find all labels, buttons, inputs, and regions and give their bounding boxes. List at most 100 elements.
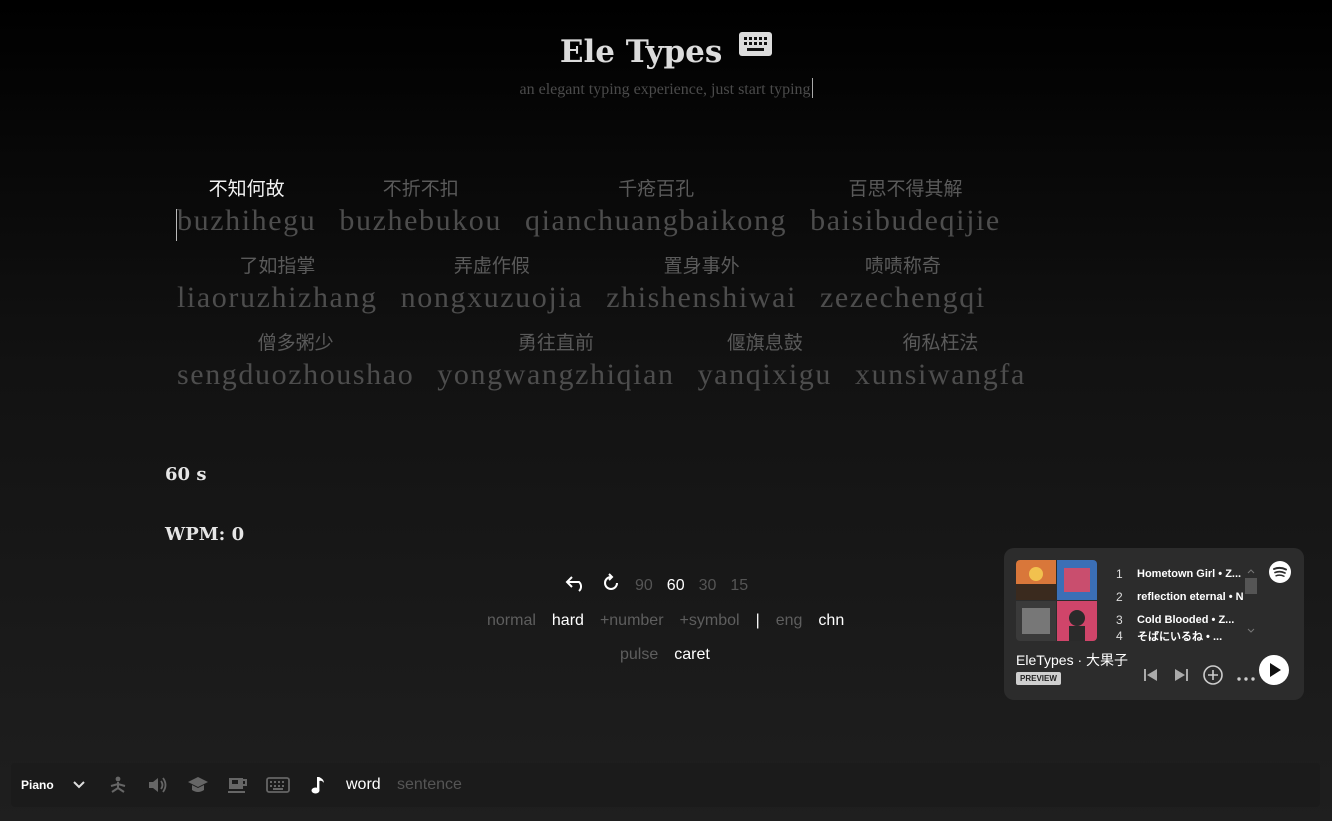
mode-word[interactable]: word — [346, 763, 381, 807]
word-item: 勇往直前 yongwangzhiqian — [437, 330, 674, 393]
track-row[interactable]: 2 reflection eternal • N — [1116, 585, 1246, 608]
track-title: そばにいるね • ... — [1137, 631, 1223, 641]
word-item: 僧多粥少 sengduozhoushao — [177, 330, 414, 393]
word-chinese: 不知何故 — [208, 179, 285, 200]
word-pinyin: qianchuangbaikong — [525, 204, 788, 237]
volume-icon[interactable] — [147, 763, 169, 807]
word-chinese: 千疮百孔 — [618, 179, 695, 200]
word-chinese: 置身事外 — [663, 256, 740, 277]
word-pinyin: buzhihegu — [177, 204, 317, 237]
previous-track-icon[interactable] — [1142, 667, 1160, 688]
word-pinyin: yanqixigu — [697, 358, 832, 391]
app-title-text: Ele Types — [559, 34, 723, 70]
word-line: 了如指掌 liaoruzhizhang 弄虚作假 nongxuzuojia 置身… — [177, 253, 1137, 316]
time-option-60[interactable]: 60 — [667, 577, 685, 595]
more-options-icon[interactable] — [1236, 669, 1256, 687]
difficulty-options: normal hard +number +symbol | eng chn — [487, 612, 844, 630]
track-scrollbar[interactable] — [1244, 568, 1258, 634]
keyboard-icon — [739, 28, 773, 64]
word-chinese: 不折不扣 — [382, 179, 459, 200]
word-line: 不知何故 buzhihegu 不折不扣 buzhebukou 千疮百孔 qian… — [176, 176, 1137, 241]
track-list: 1 Hometown Girl • Z... 2 reflection eter… — [1116, 562, 1246, 642]
time-option-30[interactable]: 30 — [699, 577, 717, 595]
word-chinese: 啧啧称奇 — [864, 256, 941, 277]
app-title: Ele Types — [0, 28, 1332, 70]
playlist-name: EleTypes — [1016, 652, 1074, 668]
word-item: 不知何故 buzhihegu — [176, 176, 317, 241]
word-pinyin: xunsiwangfa — [854, 358, 1026, 391]
word-item: 千疮百孔 qianchuangbaikong — [525, 176, 787, 239]
restart-icon[interactable] — [601, 573, 621, 598]
lang-chn[interactable]: chn — [818, 612, 844, 630]
undo-icon[interactable] — [565, 574, 587, 597]
word-chinese: 百思不得其解 — [848, 179, 963, 200]
caret-caret[interactable]: caret — [674, 646, 710, 664]
preview-badge: PREVIEW — [1016, 672, 1061, 685]
word-pinyin: baisibudeqijie — [810, 204, 1001, 237]
subtitle-text: an elegant typing experience, just start… — [519, 81, 811, 98]
graduation-cap-icon[interactable] — [187, 763, 209, 807]
next-track-icon[interactable] — [1172, 667, 1190, 688]
word-chinese: 徇私枉法 — [902, 333, 979, 354]
track-number: 2 — [1116, 589, 1123, 604]
keyboard-icon[interactable] — [266, 763, 290, 807]
time-option-90[interactable]: 90 — [635, 577, 653, 595]
caret-pulse[interactable]: pulse — [620, 646, 658, 664]
lang-eng[interactable]: eng — [776, 612, 803, 630]
bottom-toolbar: Piano word sentence — [11, 763, 1320, 807]
sound-select-value: Piano — [21, 778, 54, 792]
word-chinese: 僧多粥少 — [257, 333, 334, 354]
track-number: 4 — [1116, 631, 1123, 641]
track-number: 3 — [1116, 612, 1123, 627]
word-pinyin: nongxuzuojia — [400, 281, 584, 314]
track-row[interactable]: 1 Hometown Girl • Z... — [1116, 562, 1246, 585]
sound-select[interactable]: Piano — [21, 763, 54, 807]
player-controls — [1142, 664, 1256, 691]
typing-caret — [176, 209, 177, 241]
chevron-down-icon[interactable] — [72, 763, 86, 807]
caret-options: pulse caret — [620, 646, 710, 664]
time-option-15[interactable]: 15 — [730, 577, 748, 595]
spotify-logo-icon[interactable] — [1268, 560, 1292, 589]
divider: | — [755, 612, 760, 629]
word-item: 啧啧称奇 zezechengqi — [820, 253, 986, 316]
word-pinyin: yongwangzhiqian — [437, 358, 675, 391]
word-item: 偃旗息鼓 yanqixigu — [698, 330, 832, 393]
word-item: 百思不得其解 baisibudeqijie — [810, 176, 1001, 239]
play-button[interactable] — [1259, 655, 1289, 685]
timer-display: 60 s — [165, 464, 207, 485]
track-title: Hometown Girl • Z... — [1137, 567, 1242, 580]
toggle-symbol[interactable]: +symbol — [680, 612, 740, 630]
mode-hard[interactable]: hard — [552, 612, 584, 630]
track-row[interactable]: 4 そばにいるね • ... — [1116, 631, 1246, 641]
toggle-number[interactable]: +number — [600, 612, 664, 630]
mode-sentence[interactable]: sentence — [397, 763, 462, 807]
playlist-title[interactable]: EleTypes · 大果子 — [1016, 650, 1128, 670]
typing-area[interactable]: 不知何故 buzhihegu 不折不扣 buzhebukou 千疮百孔 qian… — [176, 176, 1137, 407]
word-chinese: 偃旗息鼓 — [726, 333, 803, 354]
time-options: 90 60 30 15 — [565, 573, 748, 598]
word-pinyin: zhishenshiwai — [606, 281, 797, 314]
text-cursor — [811, 78, 813, 98]
music-note-icon[interactable] — [310, 763, 326, 807]
app-subtitle: an elegant typing experience, just start… — [0, 78, 1332, 99]
mode-word-label: word — [346, 776, 381, 793]
add-icon[interactable] — [1202, 664, 1224, 691]
track-title: reflection eternal • N — [1137, 590, 1243, 603]
coffee-icon[interactable] — [227, 763, 249, 807]
word-item: 置身事外 zhishenshiwai — [606, 253, 797, 316]
word-pinyin: buzhebukou — [339, 204, 503, 237]
mode-normal[interactable]: normal — [487, 612, 536, 630]
track-title: Cold Blooded • Z... — [1137, 613, 1235, 626]
spotify-embed[interactable]: 1 Hometown Girl • Z... 2 reflection eter… — [1004, 548, 1304, 700]
word-item: 了如指掌 liaoruzhizhang — [177, 253, 378, 316]
word-item: 徇私枉法 xunsiwangfa — [855, 330, 1026, 393]
track-number: 1 — [1116, 566, 1123, 581]
wpm-display: WPM: 0 — [165, 524, 245, 545]
word-pinyin: sengduozhoushao — [177, 358, 415, 391]
word-pinyin: zezechengqi — [819, 281, 986, 314]
album-cover[interactable] — [1016, 560, 1097, 641]
track-row[interactable]: 3 Cold Blooded • Z... — [1116, 608, 1246, 631]
yoga-icon[interactable] — [108, 763, 128, 807]
mode-sentence-label: sentence — [397, 776, 462, 793]
